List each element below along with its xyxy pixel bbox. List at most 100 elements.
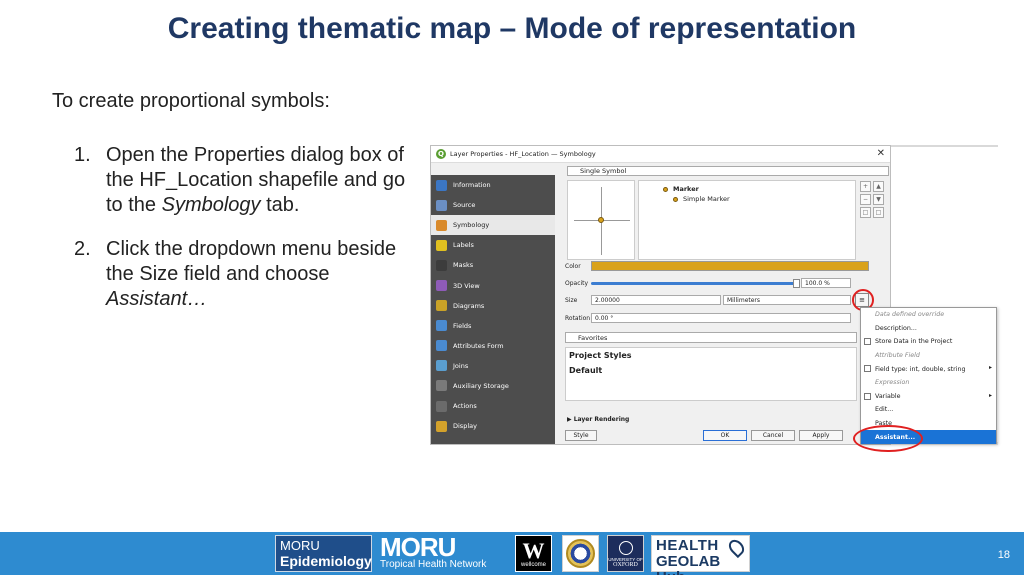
cancel-button[interactable]: Cancel	[751, 430, 795, 441]
rotation-value: 0.00 °	[595, 314, 614, 322]
close-icon[interactable]: ✕	[877, 148, 885, 159]
logo-text: OXFORD	[613, 562, 638, 568]
opacity-value: 100.0 %	[805, 279, 830, 287]
style-button[interactable]: Style	[565, 430, 597, 441]
style-default[interactable]: Default	[569, 366, 853, 381]
moru-epidemiology-logo: MORU Epidemiology	[275, 535, 372, 572]
highlight-circle	[853, 425, 923, 452]
masks-icon	[436, 259, 447, 271]
sidebar-item-fields[interactable]: Fields	[431, 316, 555, 336]
checkbox-icon[interactable]	[864, 392, 871, 400]
apply-button[interactable]: Apply	[799, 430, 843, 441]
opacity-spinbox[interactable]: 100.0 %	[801, 278, 851, 288]
menu-item-store-data-in-the-project[interactable]: Store Data in the Project	[861, 335, 996, 349]
step-emphasis: Assistant…	[106, 288, 208, 310]
source-icon	[436, 199, 447, 211]
step-text: Click the dropdown menu beside the Size …	[106, 237, 426, 312]
tree-item-simple-marker[interactable]: Simple Marker	[663, 194, 849, 204]
step-text: Open the Properties dialog box of the HF…	[106, 143, 426, 218]
information-icon	[436, 179, 447, 191]
symbol-layer-tree[interactable]: Marker Simple Marker	[638, 180, 856, 260]
steps-list: 1. Open the Properties dialog box of the…	[74, 143, 426, 331]
menu-item-label: Expression	[875, 379, 910, 387]
checkbox-icon[interactable]	[864, 338, 871, 346]
opacity-slider-handle[interactable]	[793, 279, 800, 288]
sidebar-item-actions[interactable]: Actions	[431, 396, 555, 416]
seal-icon	[566, 539, 595, 568]
menu-item-edit[interactable]: Edit...	[861, 403, 996, 417]
sidebar-item-symbology[interactable]: Symbology	[431, 215, 555, 236]
logo-text: MORU	[280, 538, 320, 553]
moru-network-logo: MORU Tropical Health Network	[380, 534, 498, 572]
add-layer-icon[interactable]: +	[860, 181, 871, 192]
size-unit-dropdown[interactable]: Millimeters	[723, 295, 851, 305]
wellcome-logo: W wellcome	[515, 535, 552, 572]
sidebar-item-label: 3D View	[453, 281, 480, 290]
move-up-icon[interactable]: ▲	[873, 181, 884, 192]
joins-icon	[436, 360, 447, 372]
sidebar-item-label: Information	[453, 181, 491, 190]
layer-rendering-label: Layer Rendering	[573, 416, 630, 423]
menu-item-description[interactable]: Description...	[861, 322, 996, 336]
display-icon	[436, 420, 447, 432]
auxiliary-storage-icon	[436, 380, 447, 392]
menu-item-field-type-int-double-string[interactable]: Field type: int, double, string ▸	[861, 362, 996, 376]
tree-label: Simple Marker	[683, 195, 730, 203]
sidebar-item-diagrams[interactable]: Diagrams	[431, 296, 555, 316]
step-text-part: Click the dropdown menu beside the Size …	[106, 238, 397, 285]
lock-icon[interactable]: □	[860, 207, 871, 218]
sidebar-item-label: Masks	[453, 261, 474, 270]
tree-label: Marker	[673, 185, 699, 193]
favorites-dropdown[interactable]: Favorites	[565, 332, 857, 343]
dialog-button-bar: Style OK Cancel Apply	[565, 430, 889, 444]
sidebar-item-label: Display	[453, 422, 477, 431]
size-spinbox[interactable]: 2.00000	[591, 295, 721, 305]
sidebar-item-information[interactable]: Information	[431, 175, 555, 195]
qgis-icon: Q	[436, 149, 446, 159]
sidebar-item-masks[interactable]: Masks	[431, 255, 555, 275]
ok-button[interactable]: OK	[703, 430, 747, 441]
sidebar-item-label: Labels	[453, 241, 474, 250]
university-seal-logo	[562, 535, 599, 572]
move-down-icon[interactable]: ▼	[873, 194, 884, 205]
sidebar-item-3d-view[interactable]: 3D View	[431, 275, 555, 295]
rotation-spinbox[interactable]: 0.00 °	[591, 313, 851, 323]
sidebar-item-label: Fields	[453, 321, 472, 330]
style-list[interactable]: Project Styles Default	[565, 347, 857, 401]
size-unit-value: Millimeters	[727, 296, 761, 304]
symbology-icon	[436, 219, 447, 231]
layer-rendering-section[interactable]: ▶ Layer Rendering	[567, 416, 629, 423]
marker-icon	[663, 186, 668, 192]
symbol-type-dropdown[interactable]: Single Symbol	[567, 166, 889, 176]
sidebar-item-label: Actions	[453, 402, 477, 411]
favorites-label: Favorites	[578, 333, 608, 342]
page-number: 18	[997, 549, 1010, 561]
opacity-slider[interactable]	[591, 282, 797, 285]
sidebar-item-source[interactable]: Source	[431, 195, 555, 215]
step-number: 2.	[74, 238, 91, 260]
dialog-titlebar: Q Layer Properties - HF_Location — Symbo…	[431, 146, 890, 163]
actions-icon	[436, 400, 447, 412]
sidebar-item-joins[interactable]: Joins	[431, 356, 555, 376]
sidebar-item-display[interactable]: Display	[431, 416, 555, 436]
sidebar-item-label: Attributes Form	[453, 341, 504, 350]
footer-bar: MORU Epidemiology MORU Tropical Health N…	[0, 532, 1024, 575]
sidebar-item-label: Source	[453, 201, 476, 210]
menu-item-label: Store Data in the Project	[875, 338, 953, 346]
dialog-title: Layer Properties - HF_Location — Symbolo…	[450, 150, 596, 158]
menu-item-data-defined-override: Data defined override	[861, 308, 996, 322]
color-button[interactable]	[591, 261, 869, 271]
tree-item-marker[interactable]: Marker	[663, 184, 849, 194]
checkbox-icon[interactable]	[864, 365, 871, 373]
remove-layer-icon[interactable]: −	[860, 194, 871, 205]
data-defined-context-menu: Data defined override Description... Store…	[860, 307, 997, 444]
sidebar-item-auxiliary-storage[interactable]: Auxiliary Storage	[431, 376, 555, 396]
step-1: 1. Open the Properties dialog box of the…	[74, 143, 426, 218]
sidebar-item-labels[interactable]: Labels	[431, 235, 555, 255]
symbol-type-label: Single Symbol	[580, 167, 627, 175]
menu-item-label: Data defined override	[875, 311, 945, 319]
sidebar-item-attributes-form[interactable]: Attributes Form	[431, 336, 555, 356]
duplicate-icon[interactable]: □	[873, 207, 884, 218]
menu-item-variable[interactable]: Variable ▸	[861, 390, 996, 404]
marker-dot-icon	[598, 217, 604, 223]
